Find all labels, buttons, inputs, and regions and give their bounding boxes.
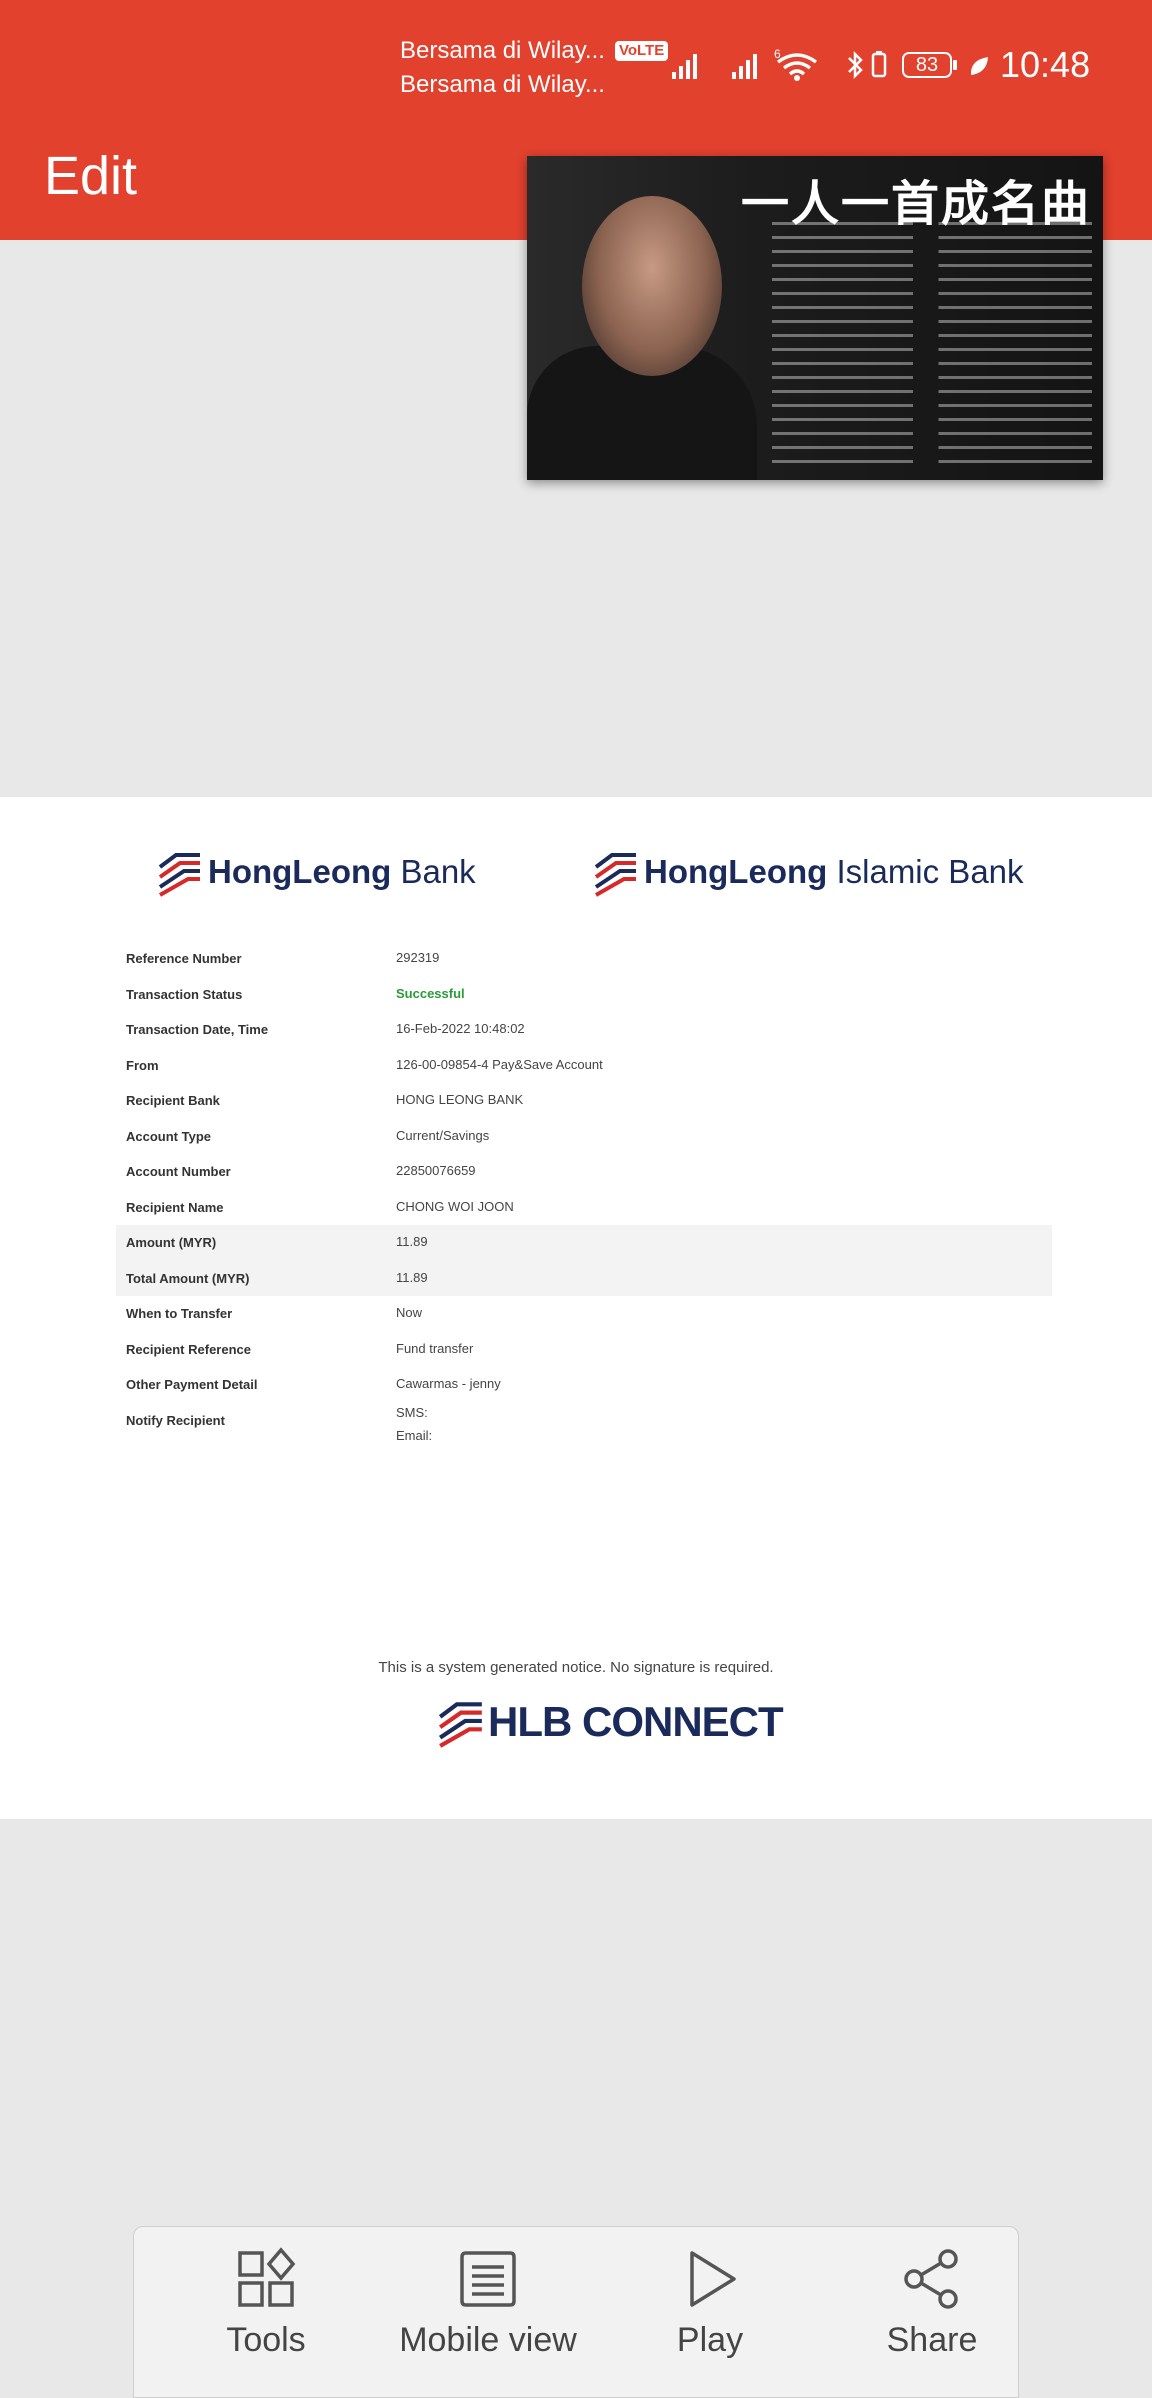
row-label: Other Payment Detail bbox=[126, 1377, 258, 1392]
battery-indicator: 83 bbox=[902, 52, 957, 78]
row-value-2: Email: bbox=[396, 1427, 433, 1443]
hlisb-logo-suffix: Islamic Bank bbox=[836, 853, 1024, 890]
edit-button[interactable]: Edit bbox=[44, 145, 137, 207]
status-value: Successful bbox=[396, 985, 465, 1001]
table-row: When to Transfer Now bbox=[116, 1296, 1052, 1332]
share-icon bbox=[904, 2249, 958, 2309]
table-row: Transaction Date, Time 16-Feb-2022 10:48:… bbox=[116, 1012, 1052, 1048]
carrier-2: Bersama di Wilay... bbox=[400, 71, 605, 98]
row-label: Transaction Date, Time bbox=[126, 1022, 269, 1037]
carrier-1: Bersama di Wilay... bbox=[400, 37, 605, 64]
volte-badge: VoLTE bbox=[614, 41, 669, 61]
table-row: Reference Number 292319 bbox=[116, 941, 1052, 977]
bottom-toolbar: Tools Mobile view Play Share bbox=[133, 2226, 1019, 2398]
hlb-connect-logo-icon bbox=[438, 1702, 482, 1748]
table-row: Total Amount (MYR) 11.89 bbox=[116, 1260, 1052, 1296]
row-label: Recipient Name bbox=[126, 1199, 224, 1215]
hlb-logo-word: HongLeong bbox=[208, 853, 392, 890]
hlb-connect-wordmark: HLB CONNECT bbox=[488, 1698, 784, 1745]
row-value: SMS: bbox=[396, 1404, 428, 1420]
signal-icon bbox=[672, 54, 697, 79]
row-value: 126-00-09854-4 Pay&Save Account bbox=[396, 1056, 603, 1072]
row-label: Account Type bbox=[126, 1128, 211, 1144]
row-value: 16-Feb-2022 10:48:02 bbox=[396, 1021, 525, 1036]
row-label: Total Amount (MYR) bbox=[126, 1270, 250, 1286]
mobile-view-icon bbox=[460, 2251, 516, 2307]
play-label: Play bbox=[676, 2321, 744, 2359]
tools-label: Tools bbox=[226, 2321, 306, 2359]
mobile-view-button[interactable]: Mobile view bbox=[378, 2247, 598, 2360]
vibrate-battery-icon bbox=[871, 51, 887, 78]
row-value: 22850076659 bbox=[396, 1163, 476, 1178]
table-row: Recipient Reference Fund transfer bbox=[116, 1332, 1052, 1368]
table-row: Amount (MYR) 11.89 bbox=[116, 1225, 1052, 1261]
row-label: Reference Number bbox=[126, 951, 242, 966]
row-value: 11.89 bbox=[396, 1234, 428, 1249]
table-row: Account Number 22850076659 bbox=[116, 1154, 1052, 1190]
hlisb-logo-icon bbox=[594, 853, 636, 897]
system-notice: This is a system generated notice. No si… bbox=[378, 1659, 774, 1676]
row-label: When to Transfer bbox=[126, 1306, 233, 1321]
row-value: Fund transfer bbox=[396, 1340, 474, 1356]
hong-leong-islamic-bank-logo: HongLeong Islamic Bank bbox=[592, 847, 1024, 897]
row-label: From bbox=[126, 1057, 159, 1073]
row-value: Current/Savings bbox=[396, 1127, 490, 1143]
share-button[interactable]: Share bbox=[822, 2247, 1042, 2360]
clock: 10:48 bbox=[1000, 44, 1091, 85]
row-value: 292319 bbox=[396, 950, 440, 965]
row-label: Recipient Bank bbox=[126, 1093, 220, 1108]
hlb-connect-logo: HLB CONNECT bbox=[436, 1695, 784, 1749]
thumbnail-tracklist bbox=[772, 222, 1092, 472]
play-button[interactable]: Play bbox=[600, 2247, 820, 2360]
signal-icon-2 bbox=[732, 54, 757, 79]
row-label: Transaction Status bbox=[126, 986, 243, 1002]
hong-leong-bank-logo: HongLeong Bank bbox=[156, 847, 476, 897]
row-value: 11.89 bbox=[396, 1269, 428, 1285]
row-label: Account Number bbox=[126, 1164, 231, 1179]
row-label: Notify Recipient bbox=[126, 1412, 225, 1428]
table-row: Transaction Status Successful bbox=[116, 977, 1052, 1013]
floating-video-thumbnail[interactable]: 一人一首成名曲 bbox=[527, 156, 1103, 480]
row-value: Cawarmas - jenny bbox=[396, 1376, 501, 1391]
receipt-document: HongLeong Bank HongLeong Islamic Bank Re… bbox=[0, 797, 1152, 1819]
table-row: Recipient Name CHONG WOI JOON bbox=[116, 1190, 1052, 1226]
hlb-logo-icon bbox=[158, 853, 200, 897]
carrier-info: Bersama di Wilay... VoLTE Bersama di Wila… bbox=[400, 34, 669, 102]
hlisb-logo-word: HongLeong bbox=[644, 853, 828, 890]
leaf-icon bbox=[970, 57, 988, 75]
hlb-logo-suffix: Bank bbox=[400, 853, 476, 890]
row-value: HONG LEONG BANK bbox=[396, 1092, 524, 1107]
row-value: Now bbox=[396, 1305, 423, 1320]
table-row: Notify Recipient SMS: Email: bbox=[116, 1403, 1052, 1461]
row-label: Amount (MYR) bbox=[126, 1235, 217, 1250]
tools-icon bbox=[238, 2247, 296, 2307]
table-row: From 126-00-09854-4 Pay&Save Account bbox=[116, 1048, 1052, 1084]
thumbnail-figure-face bbox=[582, 196, 722, 376]
mobile-view-label: Mobile view bbox=[399, 2321, 577, 2359]
table-row: Account Type Current/Savings bbox=[116, 1119, 1052, 1155]
row-value: CHONG WOI JOON bbox=[396, 1198, 514, 1214]
tools-button[interactable]: Tools bbox=[156, 2247, 376, 2360]
play-icon bbox=[690, 2251, 736, 2307]
table-row: Recipient Bank HONG LEONG BANK bbox=[116, 1083, 1052, 1119]
share-label: Share bbox=[886, 2321, 978, 2359]
table-row: Other Payment Detail Cawarmas - jenny bbox=[116, 1367, 1052, 1403]
wifi-icon: 6 bbox=[774, 47, 818, 81]
transaction-details-table: Reference Number 292319 Transaction Statu… bbox=[116, 941, 1052, 1461]
bluetooth-icon bbox=[848, 50, 863, 80]
row-label: Recipient Reference bbox=[126, 1341, 251, 1357]
